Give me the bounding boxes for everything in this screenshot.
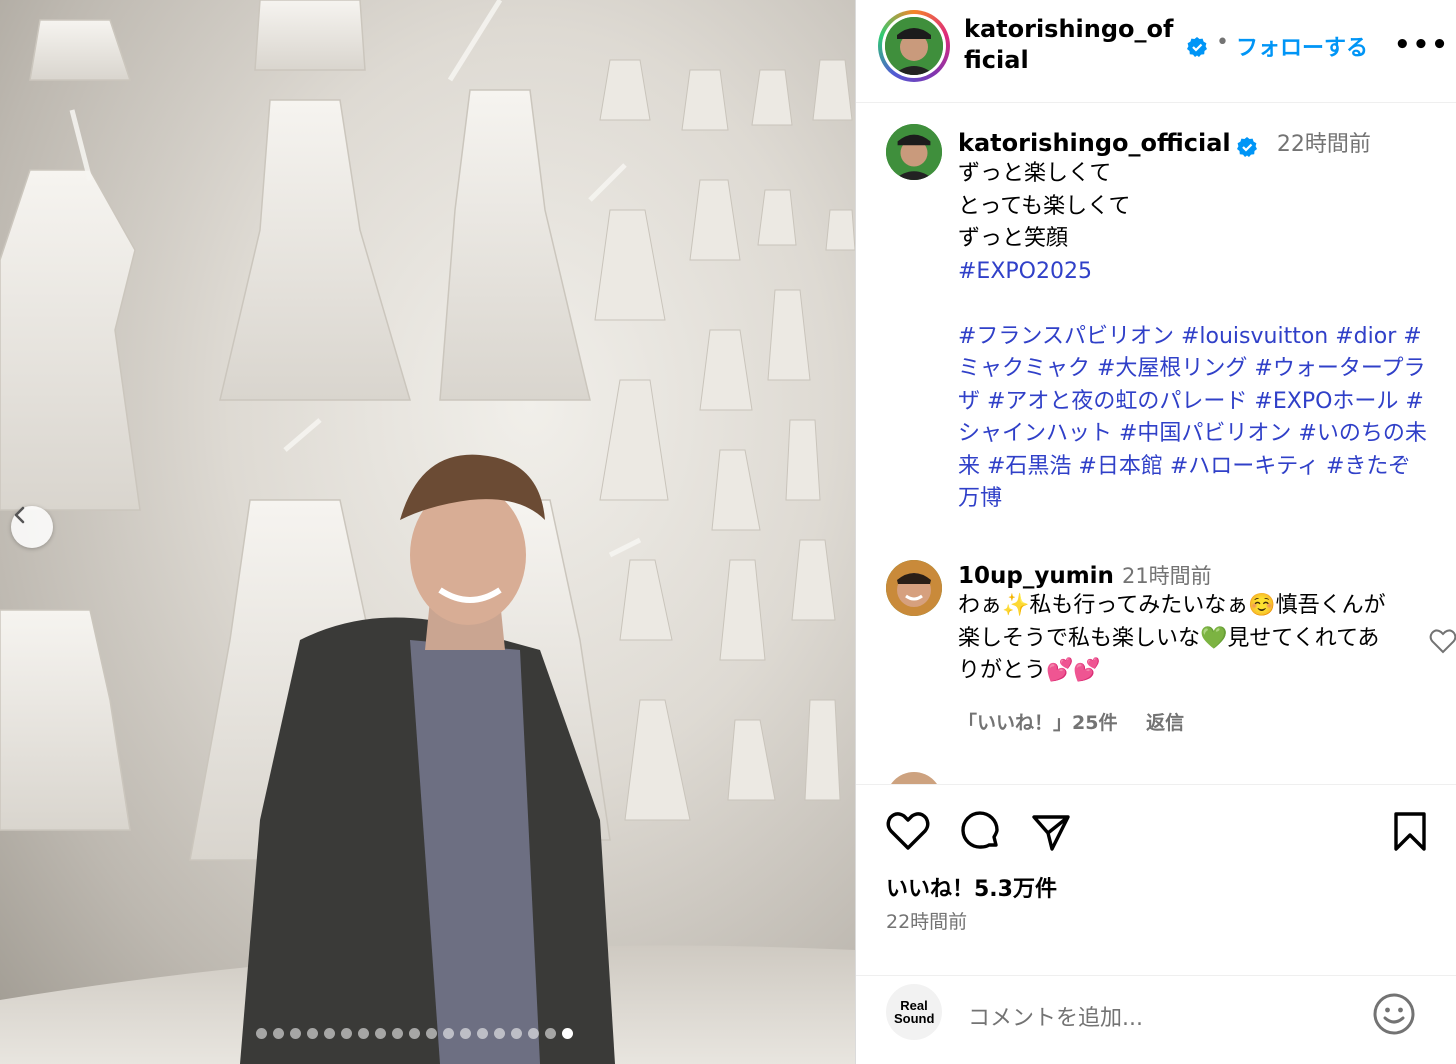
comment-input[interactable]: コメントを追加... xyxy=(968,1000,1143,1032)
save-bookmark-icon[interactable] xyxy=(1392,811,1428,853)
comment-composer: Real Sound コメントを追加... xyxy=(856,975,1456,1064)
verified-badge-icon xyxy=(1187,37,1207,57)
carousel-dot xyxy=(494,1028,505,1039)
comment-meta: 「いいね！」25件 返信 xyxy=(958,708,1184,735)
carousel-dot xyxy=(273,1028,284,1039)
carousel-dot xyxy=(324,1028,335,1039)
caption-line: ずっと楽しくて xyxy=(958,161,1112,186)
comment-header: 10up_yumin 21時間前 xyxy=(958,560,1212,590)
carousel-dot xyxy=(307,1028,318,1039)
carousel-dot xyxy=(256,1028,267,1039)
header-username[interactable]: katorishingo_official xyxy=(964,14,1179,76)
comment-text: わぁ✨私も行ってみたいなぁ☺️慎吾くんが楽しそうで私も楽しいな💚見せてくれてあり… xyxy=(958,593,1386,683)
follow-button[interactable]: フォローする xyxy=(1236,30,1368,62)
commenter-username[interactable]: 10up_yumin xyxy=(958,563,1114,589)
carousel-dot xyxy=(511,1028,522,1039)
comment-like-count[interactable]: 「いいね！」25件 xyxy=(958,712,1117,734)
comment-timestamp[interactable]: 21時間前 xyxy=(1122,564,1212,588)
post-photo[interactable] xyxy=(0,0,855,1064)
carousel-dot xyxy=(477,1028,488,1039)
share-icon[interactable] xyxy=(1030,811,1072,853)
comment-like-heart-icon[interactable] xyxy=(1429,628,1456,654)
carousel-dot xyxy=(358,1028,369,1039)
carousel-dot-active xyxy=(562,1028,573,1039)
header-username-text[interactable]: katorishingo_official xyxy=(964,15,1173,74)
carousel-dot xyxy=(460,1028,471,1039)
hashtag-link[interactable]: #EXPO2025 xyxy=(958,256,1428,289)
caption-avatar[interactable] xyxy=(886,124,942,180)
caption-line: とっても楽しくて xyxy=(958,193,1131,219)
carousel-indicator xyxy=(256,1028,573,1039)
carousel-dot xyxy=(392,1028,403,1039)
profile-story-ring[interactable] xyxy=(878,10,950,82)
next-comment-cutoff xyxy=(856,770,1456,784)
carousel-dot xyxy=(545,1028,556,1039)
carousel-dot xyxy=(290,1028,301,1039)
previous-slide-button[interactable] xyxy=(11,506,53,548)
avatar xyxy=(885,17,943,75)
header-separator: • xyxy=(1216,30,1229,55)
carousel-dot xyxy=(443,1028,454,1039)
reply-button[interactable]: 返信 xyxy=(1146,712,1184,734)
verified-badge-icon xyxy=(1236,136,1257,157)
carousel-dot xyxy=(426,1028,437,1039)
post-side-panel: katorishingo_official • フォローする ••• kator… xyxy=(855,0,1456,1064)
caption-username[interactable]: katorishingo_official xyxy=(958,129,1231,157)
photo-illustration xyxy=(0,0,855,1064)
post-timestamp[interactable]: 22時間前 xyxy=(886,907,967,934)
comment-icon[interactable] xyxy=(958,811,1000,853)
commenter-avatar[interactable] xyxy=(886,560,942,616)
carousel-dot xyxy=(528,1028,539,1039)
carousel-dot xyxy=(409,1028,420,1039)
caption-timestamp[interactable]: 22時間前 xyxy=(1277,132,1371,157)
emoji-icon[interactable] xyxy=(1372,992,1416,1036)
carousel-dot xyxy=(375,1028,386,1039)
post-actions: いいね！5.3万件 22時間前 xyxy=(856,784,1456,974)
caption-body: ずっと楽しくて とっても楽しくて ずっと笑顔 #EXPO2025 #フランスパビ… xyxy=(958,158,1428,516)
post-header: katorishingo_official • フォローする ••• xyxy=(856,0,1456,103)
carousel-dot xyxy=(341,1028,352,1039)
like-count[interactable]: いいね！5.3万件 xyxy=(886,871,1057,903)
watermark-logo: Real Sound xyxy=(886,984,942,1040)
chevron-left-icon xyxy=(14,506,25,524)
like-heart-icon[interactable] xyxy=(886,811,930,851)
caption-line: ずっと笑顔 xyxy=(958,226,1069,251)
hashtag-list[interactable]: #フランスパビリオン #louisvuitton #dior #ミャクミャク #… xyxy=(958,321,1428,516)
more-options-icon[interactable]: ••• xyxy=(1394,30,1450,60)
